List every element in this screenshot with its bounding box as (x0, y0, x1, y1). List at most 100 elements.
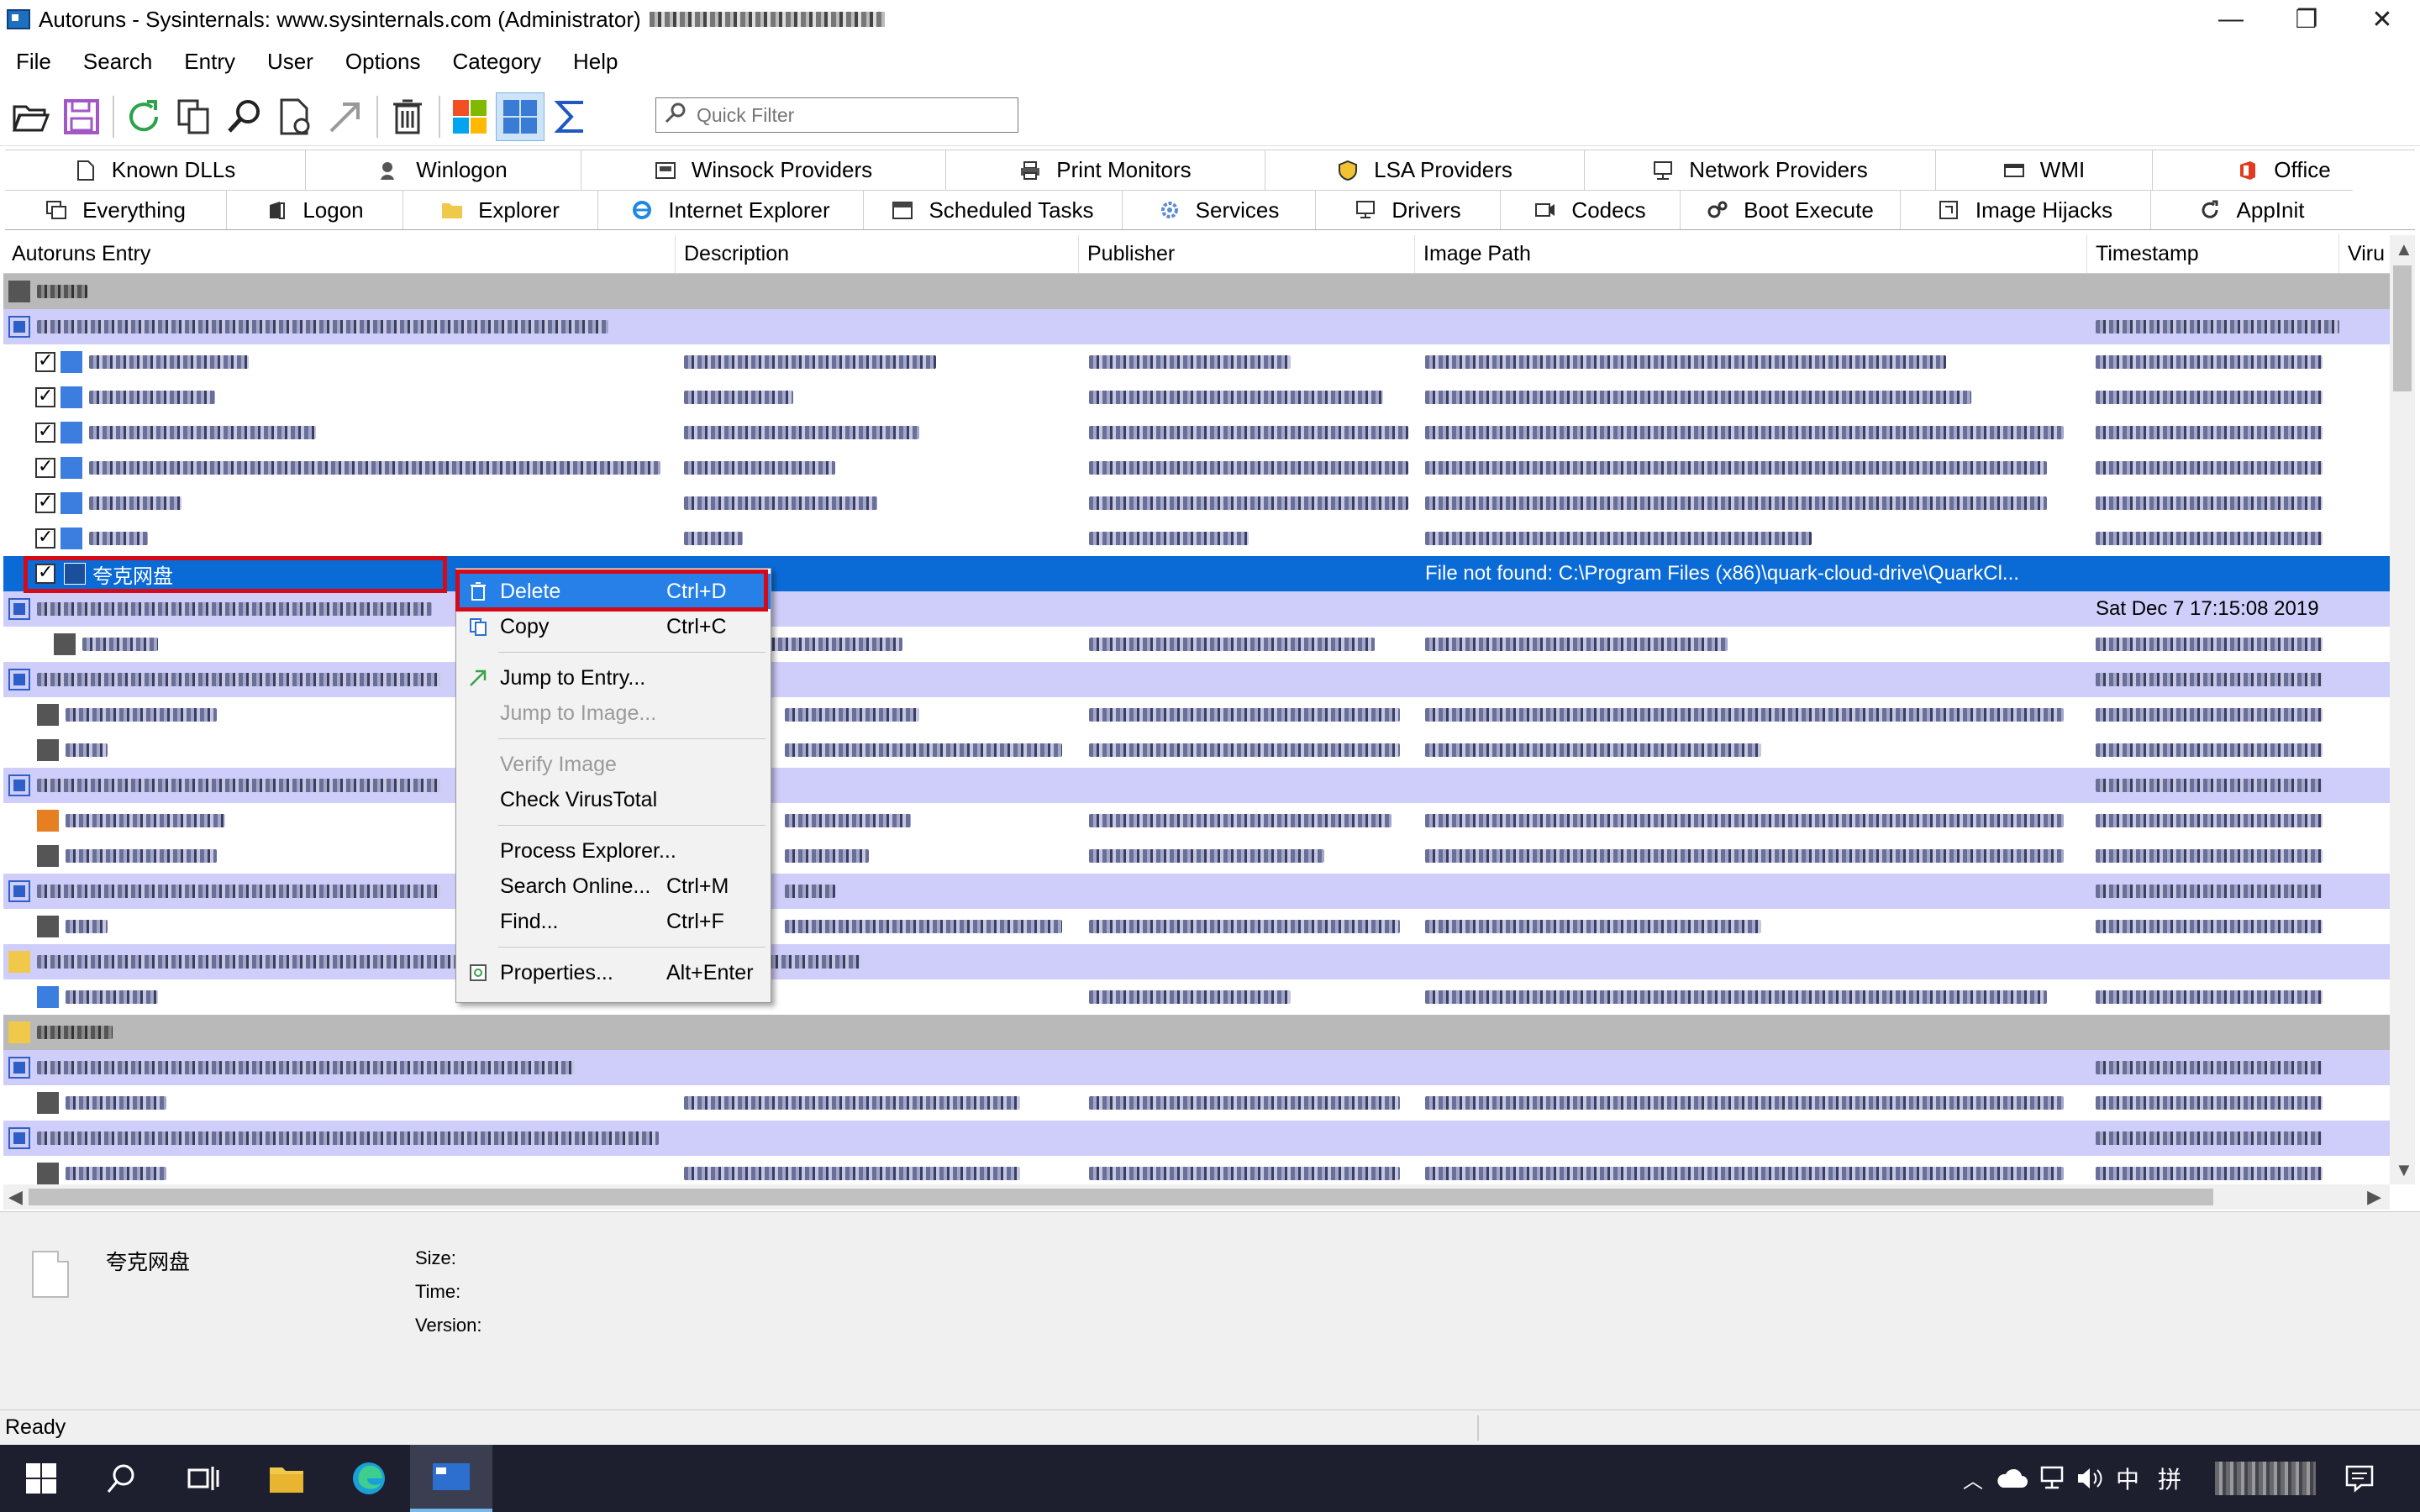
menu-find[interactable]: Find... Ctrl+F (456, 904, 771, 939)
scroll-down-icon[interactable]: ▼ (2395, 1159, 2413, 1181)
menu-process-explorer[interactable]: Process Explorer... (456, 833, 771, 869)
registry-key-row[interactable] (3, 309, 2390, 344)
menu-jump-to-entry[interactable]: Jump to Entry... (456, 660, 771, 696)
tab-boot-execute[interactable]: Boot Execute (1681, 190, 1901, 229)
table-row[interactable] (3, 415, 2390, 450)
table-row[interactable] (3, 732, 2390, 768)
table-row[interactable] (3, 1085, 2390, 1121)
table-row[interactable] (3, 838, 2390, 874)
category-row[interactable] (3, 1015, 2390, 1050)
col-description[interactable]: Description (676, 235, 1079, 273)
table-row[interactable] (3, 697, 2390, 732)
entry-checkbox[interactable] (35, 420, 55, 443)
network-icon[interactable] (2039, 1466, 2065, 1491)
autoruns-grid[interactable]: Autoruns Entry Description Publisher Ima… (3, 235, 2390, 1184)
folder-row[interactable] (3, 944, 2390, 979)
table-row[interactable] (3, 521, 2390, 556)
registry-key-row[interactable] (3, 768, 2390, 803)
refresh-icon[interactable] (119, 92, 168, 141)
col-publisher[interactable]: Publisher (1079, 235, 1415, 273)
chevron-up-icon[interactable]: ︿ (1954, 1464, 1991, 1494)
category-row[interactable] (3, 274, 2390, 309)
registry-key-row[interactable] (3, 1050, 2390, 1085)
col-autoruns-entry[interactable]: Autoruns Entry (3, 235, 676, 273)
menu-copy[interactable]: Copy Ctrl+C (456, 609, 771, 644)
quick-filter-input[interactable] (697, 103, 999, 127)
tab-services[interactable]: Services (1123, 190, 1316, 229)
entry-checkbox[interactable] (35, 491, 55, 513)
ime-indicator[interactable]: 中 (2116, 1462, 2139, 1495)
start-button[interactable] (0, 1445, 82, 1512)
open-icon[interactable] (7, 92, 55, 141)
tab-office[interactable]: Office (2153, 150, 2415, 190)
tab-internet-explorer[interactable]: Internet Explorer (598, 190, 864, 229)
task-view-button[interactable] (161, 1445, 244, 1512)
copy-icon[interactable] (170, 92, 218, 141)
table-row[interactable]: Ollama (3, 979, 2390, 1015)
registry-key-row[interactable] (3, 1121, 2390, 1156)
table-row[interactable] (3, 344, 2390, 380)
menu-search[interactable]: Search (67, 49, 168, 75)
tab-explorer[interactable]: Explorer (403, 190, 598, 229)
minimize-button[interactable]: — (2193, 0, 2269, 39)
volume-icon[interactable] (2075, 1466, 2104, 1491)
tab-scheduled-tasks[interactable]: Scheduled Tasks (864, 190, 1123, 229)
col-image-path[interactable]: Image Path (1415, 235, 2087, 273)
horizontal-scrollbar[interactable]: ◀ ▶ (3, 1184, 2390, 1210)
col-timestamp[interactable]: Timestamp (2087, 235, 2339, 273)
everything-icon[interactable] (496, 92, 544, 141)
menu-properties[interactable]: Properties... Alt+Enter (456, 955, 771, 990)
registry-key-row[interactable] (3, 662, 2390, 697)
entry-checkbox[interactable] (35, 349, 55, 372)
search-button[interactable] (81, 1445, 163, 1512)
table-row[interactable] (3, 486, 2390, 521)
cloud-icon[interactable] (1996, 1467, 2028, 1489)
tab-drivers[interactable]: Drivers (1316, 190, 1501, 229)
entry-checkbox[interactable] (35, 385, 55, 407)
clock-redacted[interactable] (2215, 1462, 2317, 1495)
tab-lsa-providers[interactable]: LSA Providers (1265, 150, 1585, 190)
tab-appinit[interactable]: AppInit (2151, 190, 2353, 229)
col-virustotal[interactable]: Viru (2339, 235, 2390, 273)
scroll-up-icon[interactable]: ▲ (2395, 239, 2413, 260)
tab-winlogon[interactable]: Winlogon (306, 150, 581, 190)
registry-key-row[interactable] (3, 874, 2390, 909)
tab-known-dlls[interactable]: Known DLLs (5, 150, 306, 190)
horizontal-scroll-thumb[interactable] (29, 1189, 2213, 1205)
autoruns-taskbar[interactable] (410, 1445, 492, 1512)
scan-options-icon[interactable] (271, 92, 319, 141)
menu-search-online[interactable]: Search Online... Ctrl+M (456, 869, 771, 904)
entry-checkbox[interactable] (35, 561, 55, 584)
menu-file[interactable]: File (0, 49, 67, 75)
find-icon[interactable] (220, 92, 269, 141)
windows-entries-icon[interactable] (445, 92, 494, 141)
ime-mode-icon[interactable]: 拼 (2158, 1462, 2181, 1495)
file-explorer-taskbar[interactable] (245, 1445, 328, 1512)
tab-winsock-providers[interactable]: Winsock Providers (581, 150, 946, 190)
tab-network-providers[interactable]: Network Providers (1585, 150, 1936, 190)
delete-icon[interactable] (383, 92, 432, 141)
menu-entry[interactable]: Entry (168, 49, 251, 75)
vertical-scroll-thumb[interactable] (2393, 265, 2412, 391)
table-row[interactable] (3, 627, 2390, 662)
menu-help[interactable]: Help (557, 49, 634, 75)
quick-filter[interactable] (655, 97, 1018, 133)
menu-check-virustotal[interactable]: Check VirusTotal (456, 782, 771, 817)
tab-codecs[interactable]: Codecs (1501, 190, 1681, 229)
tab-logon[interactable]: Logon (227, 190, 403, 229)
tab-everything[interactable]: Everything (5, 190, 227, 229)
notification-icon[interactable] (2344, 1464, 2375, 1493)
table-row[interactable] (3, 380, 2390, 415)
sigma-icon[interactable] (546, 92, 595, 141)
close-button[interactable]: ✕ (2344, 0, 2420, 39)
menu-category[interactable]: Category (437, 49, 558, 75)
restore-button[interactable]: ❐ (2269, 0, 2344, 39)
table-row[interactable] (3, 803, 2390, 838)
menu-options[interactable]: Options (329, 49, 437, 75)
tab-wmi[interactable]: WMI (1936, 150, 2153, 190)
entry-checkbox[interactable] (35, 455, 55, 478)
tab-image-hijacks[interactable]: Image Hijacks (1901, 190, 2151, 229)
tab-print-monitors[interactable]: Print Monitors (946, 150, 1265, 190)
menu-user[interactable]: User (251, 49, 329, 75)
vertical-scrollbar[interactable]: ▲ ▼ (2390, 235, 2415, 1184)
